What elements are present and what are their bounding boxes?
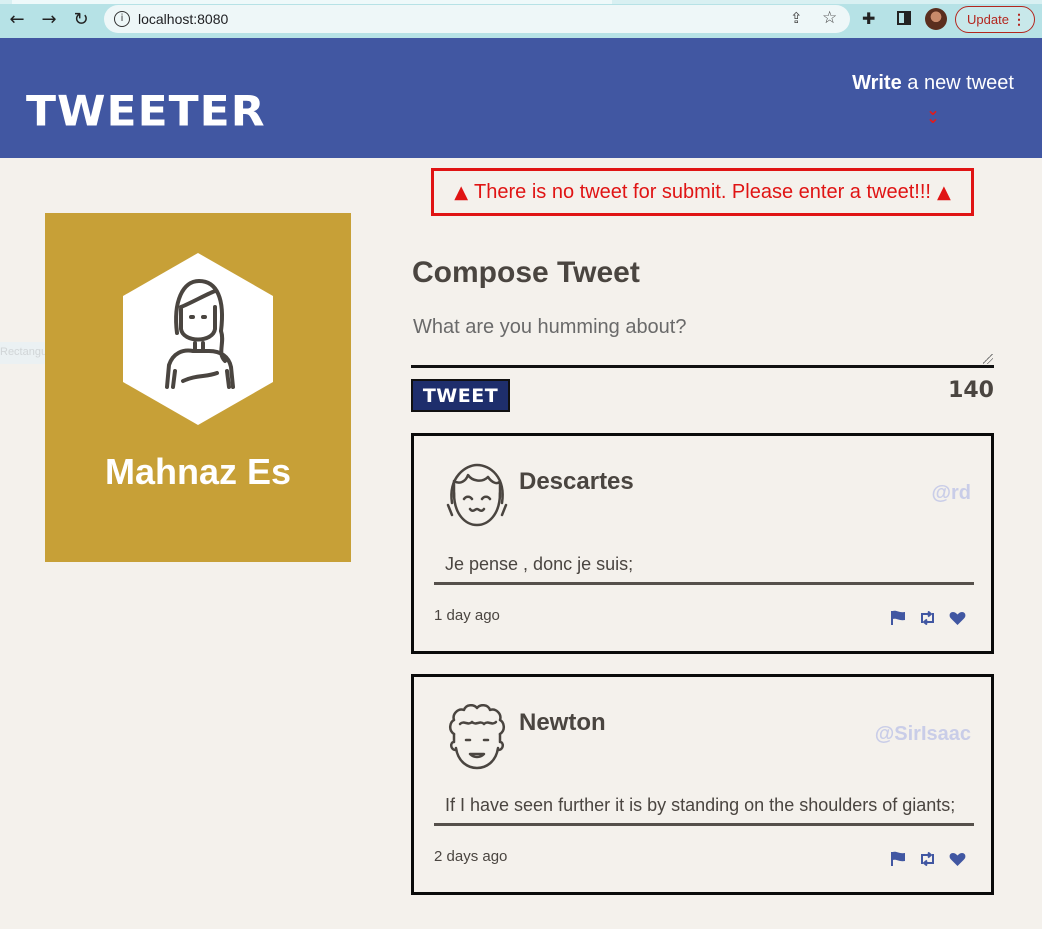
tweet-card: Descartes @rd Je pense , donc je suis; 1… bbox=[411, 433, 994, 654]
profile-card: Mahnaz Es bbox=[45, 213, 351, 562]
browser-toolbar: ← → ↻ i localhost:8080 ⇪ ☆ ✚ Update ⋮ bbox=[0, 0, 1042, 38]
tweet-timestamp: 1 day ago bbox=[434, 607, 500, 624]
tweet-handle: @SirIsaac bbox=[874, 723, 971, 745]
user-avatar bbox=[123, 253, 273, 425]
url-text: localhost:8080 bbox=[138, 11, 229, 27]
flag-icon[interactable] bbox=[891, 851, 906, 867]
tweet-text: If I have seen further it is by standing… bbox=[445, 795, 956, 815]
tweet-handle: @rd bbox=[931, 482, 971, 504]
flag-icon[interactable] bbox=[891, 610, 906, 626]
more-menu-icon[interactable]: ⋮ bbox=[1012, 7, 1026, 32]
tweet-divider bbox=[434, 823, 974, 826]
side-panel-icon[interactable] bbox=[897, 11, 911, 25]
tweet-submit-button[interactable]: TWEET bbox=[411, 379, 510, 412]
write-new-tweet-link[interactable]: Write a new tweet bbox=[852, 72, 1014, 95]
tweet-divider bbox=[434, 582, 974, 585]
resize-handle[interactable] bbox=[983, 354, 993, 364]
update-button[interactable]: Update ⋮ bbox=[955, 6, 1035, 33]
write-rest-text: a new tweet bbox=[901, 72, 1014, 94]
tweet-avatar bbox=[446, 463, 508, 527]
reload-icon[interactable]: ↻ bbox=[70, 8, 92, 30]
share-icon[interactable]: ⇪ bbox=[790, 9, 803, 27]
heart-icon[interactable] bbox=[949, 611, 966, 626]
compose-title: Compose Tweet bbox=[412, 256, 640, 289]
write-bold-text: Write bbox=[852, 72, 902, 94]
warning-icon: ▲ bbox=[936, 181, 951, 203]
tweet-actions bbox=[891, 610, 966, 626]
update-label: Update bbox=[967, 12, 1009, 27]
error-text: There is no tweet for submit. Please ent… bbox=[474, 180, 931, 203]
tweet-text: Je pense , donc je suis; bbox=[445, 554, 634, 574]
tweet-author-name: Descartes bbox=[519, 468, 634, 495]
retweet-icon[interactable] bbox=[919, 611, 936, 625]
app-logo: TWEETER bbox=[26, 87, 266, 136]
tweet-author-name: Newton bbox=[519, 709, 606, 736]
site-info-icon[interactable]: i bbox=[114, 11, 130, 27]
profile-name: Mahnaz Es bbox=[104, 451, 292, 492]
active-tab-indicator bbox=[12, 0, 612, 4]
tweet-card: Newton @SirIsaac If I have seen further … bbox=[411, 674, 994, 895]
error-message: ▲ There is no tweet for submit. Please e… bbox=[431, 168, 974, 216]
tab-strip bbox=[0, 0, 1042, 4]
back-icon[interactable]: ← bbox=[6, 8, 28, 30]
tweet-actions bbox=[891, 851, 966, 867]
retweet-icon[interactable] bbox=[919, 852, 936, 866]
tweet-avatar bbox=[449, 704, 505, 770]
profile-avatar[interactable] bbox=[925, 8, 947, 30]
forward-icon[interactable]: → bbox=[38, 8, 60, 30]
extensions-icon[interactable]: ✚ bbox=[862, 9, 875, 28]
tweet-input[interactable] bbox=[411, 308, 994, 368]
app-header: TWEETER Write a new tweet ⌄ ⌄ bbox=[0, 38, 1042, 158]
double-chevron-down-icon[interactable]: ⌄ ⌄ bbox=[922, 102, 944, 126]
tweet-timestamp: 2 days ago bbox=[434, 848, 508, 865]
heart-icon[interactable] bbox=[949, 852, 966, 867]
bookmark-star-icon[interactable]: ☆ bbox=[822, 8, 837, 28]
address-bar[interactable]: i localhost:8080 ⇪ ☆ bbox=[104, 5, 850, 33]
character-counter: 140 bbox=[948, 378, 994, 403]
warning-icon: ▲ bbox=[454, 181, 469, 203]
